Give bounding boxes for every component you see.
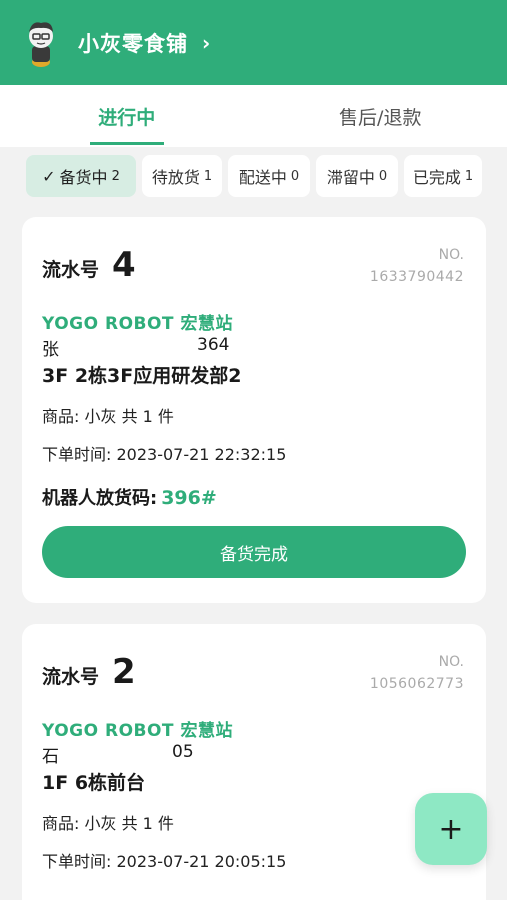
- delivery-address: 3F 2栋3F应用研发部2: [42, 365, 242, 387]
- add-button[interactable]: +: [415, 793, 487, 865]
- filter-label: 配送中: [238, 168, 287, 187]
- order-number: 1633790442: [369, 269, 464, 285]
- filter-chip-delivering[interactable]: 配送中 0: [228, 155, 310, 197]
- order-time: 下单时间: 2023-07-21 22:32:15: [42, 445, 287, 464]
- filter-count: 0: [378, 168, 388, 184]
- order-card[interactable]: 流水号 2 NO. 1056062773 YOGO ROBOT 宏慧站 石 05…: [22, 624, 486, 900]
- customer-phone: 05: [172, 742, 194, 762]
- site-name: YOGO ROBOT 宏慧站: [42, 314, 233, 334]
- customer-name: 张: [42, 340, 59, 360]
- order-no-label: NO.: [438, 654, 464, 670]
- store-name[interactable]: 小灰零食铺: [78, 28, 188, 58]
- filter-chip-preparing[interactable]: ✓ 备货中 2: [26, 155, 136, 197]
- chevron-right-icon[interactable]: ›: [202, 31, 210, 55]
- customer-name: 石: [42, 747, 59, 767]
- serial-number: 4: [112, 245, 136, 285]
- app-header: 小灰零食铺 ›: [0, 0, 507, 85]
- order-no-label: NO.: [438, 247, 464, 263]
- goods-summary: 商品: 小灰 共 1 件: [42, 407, 174, 426]
- serial-label: 流水号: [42, 259, 100, 281]
- goods-summary: 商品: 小灰 共 1 件: [42, 814, 174, 833]
- tab-in-progress[interactable]: 进行中: [0, 85, 254, 147]
- filter-count: 1: [464, 168, 474, 184]
- order-card[interactable]: 流水号 4 NO. 1633790442 YOGO ROBOT 宏慧站 张 36…: [22, 217, 486, 603]
- customer-phone: 364: [197, 335, 230, 355]
- filter-chip-completed[interactable]: 已完成 1: [404, 155, 482, 197]
- serial-label: 流水号: [42, 666, 100, 688]
- robot-avatar-icon[interactable]: [22, 18, 60, 68]
- filter-count: 0: [290, 168, 300, 184]
- filter-chip-pending-release[interactable]: 待放货 1: [142, 155, 222, 197]
- filter-label: 待放货: [151, 168, 200, 187]
- status-filter-bar: ✓ 备货中 2 待放货 1 配送中 0 滞留中 0 已完成 1: [26, 155, 482, 197]
- serial-number: 2: [112, 652, 136, 692]
- pickup-code-label: 机器人放货码:: [42, 488, 158, 509]
- filter-label: 已完成: [412, 168, 461, 187]
- filter-count: 2: [111, 168, 120, 184]
- check-icon: ✓: [42, 166, 56, 186]
- tab-after-sales[interactable]: 售后/退款: [254, 85, 507, 147]
- filter-label: 备货中: [59, 168, 108, 187]
- filter-count: 1: [203, 168, 213, 184]
- filter-label: 滞留中: [326, 168, 375, 187]
- delivery-address: 1F 6栋前台: [42, 772, 146, 794]
- pickup-code-row: 机器人放货码: 396#: [42, 484, 217, 510]
- order-time: 下单时间: 2023-07-21 20:05:15: [42, 852, 287, 871]
- preparation-done-button[interactable]: 备货完成: [42, 526, 466, 578]
- pickup-code: 396#: [161, 487, 217, 509]
- filter-chip-stranded[interactable]: 滞留中 0: [316, 155, 398, 197]
- order-number: 1056062773: [369, 676, 464, 692]
- tab-bar: 进行中 售后/退款: [0, 85, 507, 147]
- site-name: YOGO ROBOT 宏慧站: [42, 721, 233, 741]
